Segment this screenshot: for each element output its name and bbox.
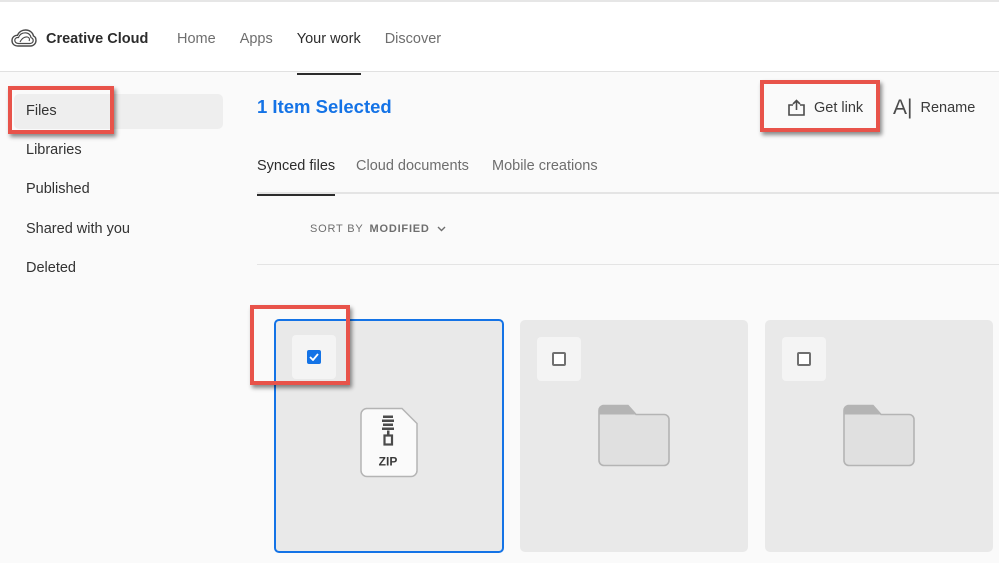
brand[interactable]: Creative Cloud: [11, 28, 148, 50]
file-tabs: Synced files Cloud documents Mobile crea…: [257, 150, 999, 196]
select-checkbox[interactable]: [552, 352, 566, 366]
rename-button[interactable]: A| Rename: [893, 92, 975, 124]
rename-label: Rename: [920, 100, 976, 116]
get-link-button[interactable]: Get link: [787, 92, 863, 124]
sidebar-item-published[interactable]: Published: [14, 172, 223, 207]
chevron-down-icon: [437, 226, 446, 232]
main-nav: Home Apps Your work Discover: [177, 2, 465, 75]
sidebar-item-files[interactable]: Files: [14, 94, 223, 129]
file-card-folder[interactable]: [520, 320, 748, 552]
checkbox-container: [292, 335, 336, 379]
get-link-label: Get link: [814, 100, 864, 116]
selection-count-title: 1 Item Selected: [257, 96, 392, 117]
sidebar: Files Libraries Published Shared with yo…: [0, 73, 240, 563]
divider: [257, 264, 999, 265]
sort-dropdown[interactable]: SORT BY MODIFIED: [310, 223, 446, 235]
checkbox-container: [782, 337, 826, 381]
file-card-folder[interactable]: [765, 320, 993, 552]
nav-item-home[interactable]: Home: [177, 2, 216, 74]
top-navigation-bar: Creative Cloud Home Apps Your work Disco…: [0, 0, 999, 75]
nav-item-your-work[interactable]: Your work: [296, 2, 361, 75]
tab-mobile-creations[interactable]: Mobile creations: [492, 158, 598, 194]
file-card-zip[interactable]: ZIP: [274, 319, 504, 553]
creative-cloud-logo-icon: [11, 28, 37, 50]
sidebar-item-shared-with-you[interactable]: Shared with you: [14, 212, 223, 247]
sort-value: MODIFIED: [369, 223, 430, 235]
sidebar-item-deleted[interactable]: Deleted: [14, 251, 223, 286]
nav-item-discover[interactable]: Discover: [385, 2, 441, 74]
folder-icon: [843, 405, 915, 472]
tab-synced-files[interactable]: Synced files: [257, 158, 336, 196]
checkmark-icon: [309, 353, 319, 361]
tab-cloud-documents[interactable]: Cloud documents: [356, 158, 469, 194]
select-checkbox[interactable]: [307, 350, 321, 364]
share-upload-icon: [788, 99, 805, 116]
zip-file-icon: ZIP: [360, 407, 418, 483]
file-type-label: ZIP: [379, 455, 398, 469]
sidebar-item-libraries[interactable]: Libraries: [14, 133, 223, 168]
select-checkbox[interactable]: [797, 352, 811, 366]
checkbox-container: [537, 337, 581, 381]
app-name: Creative Cloud: [46, 31, 149, 47]
text-cursor-icon: A|: [893, 96, 913, 119]
folder-icon: [598, 405, 670, 472]
nav-item-apps[interactable]: Apps: [240, 2, 273, 74]
sort-label: SORT BY: [310, 223, 364, 235]
